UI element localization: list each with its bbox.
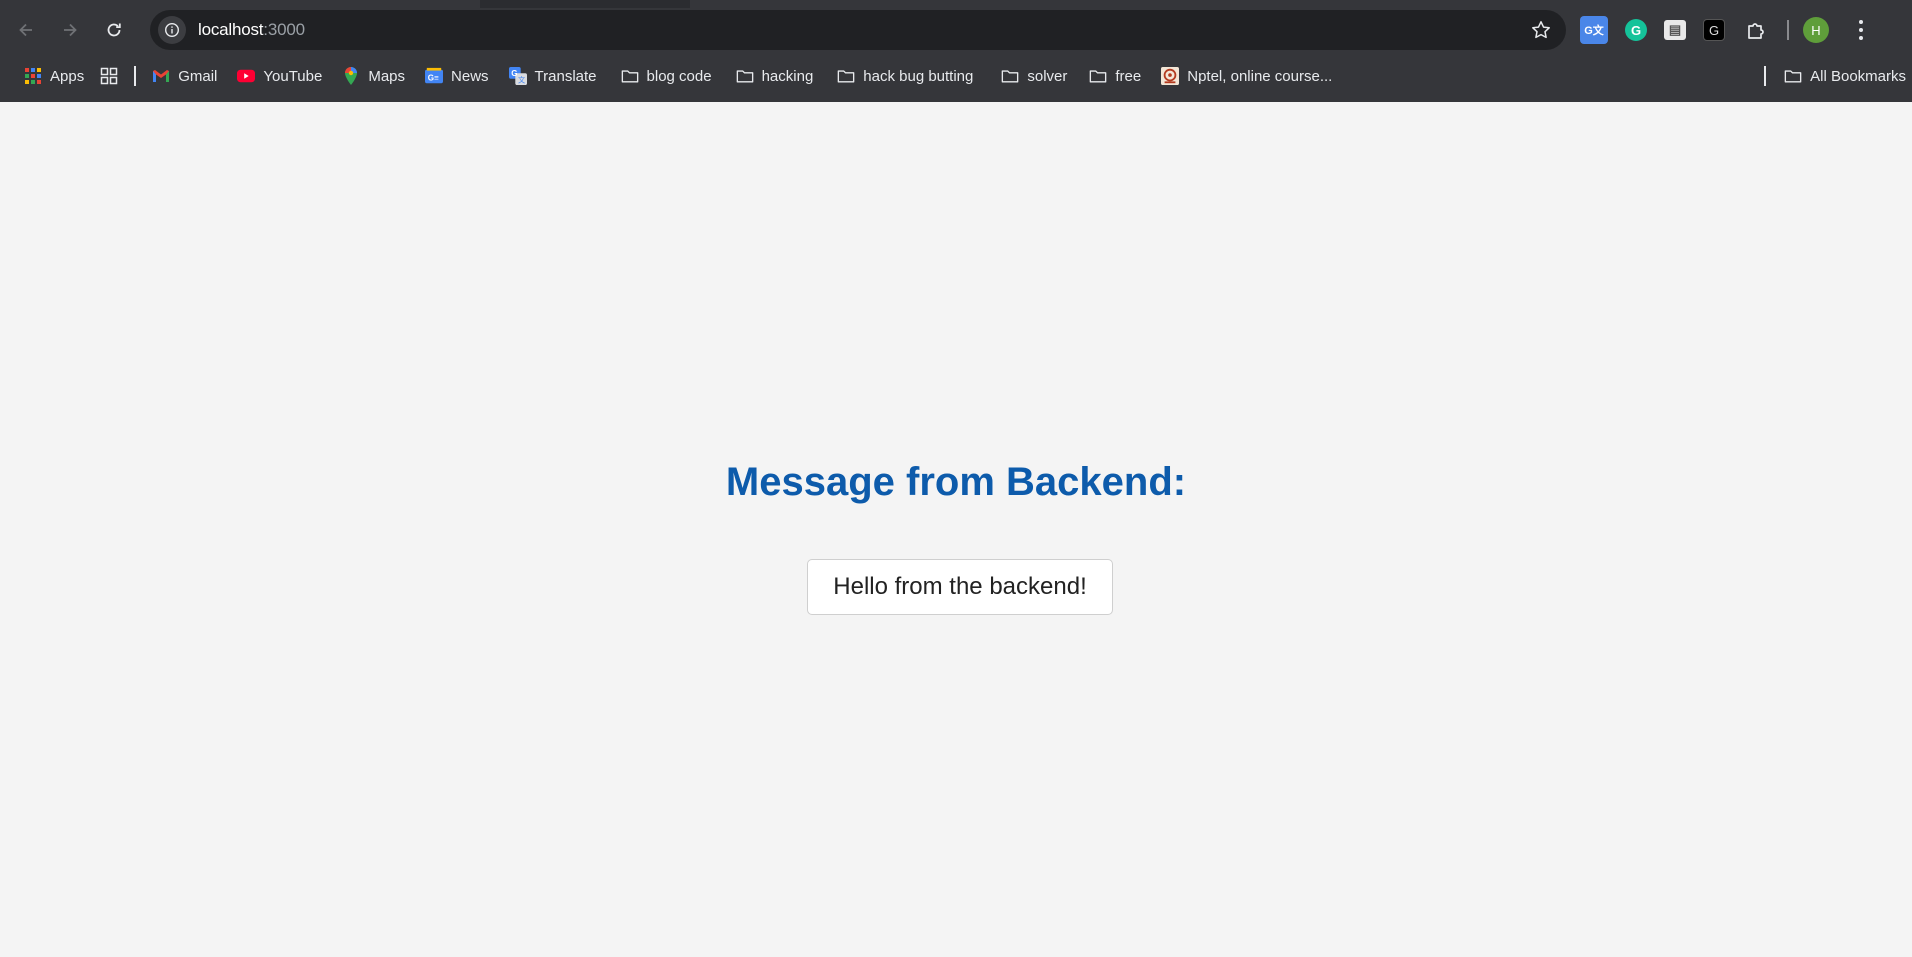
url-host: localhost (198, 20, 264, 39)
star-icon[interactable] (1530, 19, 1552, 41)
page-heading: Message from Backend: (725, 460, 1187, 504)
backend-message-box: Hello from the backend! (807, 559, 1113, 615)
bookmark-label: Translate (534, 67, 597, 85)
all-bookmarks-label: All Bookmarks (1810, 67, 1906, 85)
grid-icon (100, 67, 118, 85)
bookmark-folder-hack-bug-butting[interactable]: hack bug butting (831, 62, 979, 90)
bookmark-news[interactable]: G≡ News (419, 62, 495, 90)
folder-icon (621, 67, 639, 85)
bookmark-label: hacking (761, 67, 814, 85)
bookmarks-bar: Apps Gmail YouTube Maps G≡ News G 文 Tran… (0, 60, 1912, 92)
tab-strip (480, 0, 690, 8)
folder-icon (837, 67, 855, 85)
toolbar-divider (1787, 20, 1789, 40)
bookmark-label: solver (1027, 67, 1068, 85)
extensions-button[interactable] (1742, 16, 1770, 44)
svg-text:G: G (511, 69, 517, 78)
svg-text:文: 文 (518, 75, 525, 84)
bookmark-label: hack bug butting (863, 67, 974, 85)
bookmark-folder-hacking[interactable]: hacking (730, 62, 820, 90)
info-icon (164, 22, 180, 38)
bookmark-label: Nptel, online course... (1187, 67, 1333, 85)
browser-toolbar: localhost:3000 G文 G ▤ G H (0, 8, 1912, 52)
browser-chrome: localhost:3000 G文 G ▤ G H Apps Gmail You… (0, 0, 1912, 102)
url-port: :3000 (263, 20, 305, 39)
news-icon: G≡ (425, 67, 444, 85)
nptel-icon (1161, 67, 1180, 85)
bookmarks-right: All Bookmarks (1754, 60, 1912, 92)
bookmark-label: blog code (646, 67, 712, 85)
printer-extension[interactable]: ▤ (1664, 20, 1686, 40)
bookmark-label: YouTube (263, 67, 323, 85)
folder-icon (1001, 67, 1019, 85)
translate-icon: G文 (508, 67, 527, 85)
bookmark-maps[interactable]: Maps (336, 62, 411, 90)
three-dots-icon[interactable] (1851, 18, 1871, 42)
bookmark-folder-blog-code[interactable]: blog code (615, 62, 718, 90)
bookmark-translate[interactable]: G文 Translate (503, 62, 603, 90)
bookmark-label: free (1115, 67, 1142, 85)
bookmark-label: Maps (368, 67, 406, 85)
back-arrow-icon (19, 23, 32, 37)
bookmark-gmail[interactable]: Gmail (146, 62, 223, 90)
maps-pin-icon (342, 67, 360, 85)
grammarly-extension[interactable]: G (1625, 19, 1647, 41)
g-extension[interactable]: G (1703, 19, 1725, 41)
folder-icon (1784, 67, 1802, 85)
bookmark-grid[interactable] (94, 62, 124, 90)
extensions-area: G文 G ▤ G H (1580, 10, 1871, 50)
folder-icon (736, 67, 754, 85)
site-info-button[interactable] (158, 16, 186, 44)
apps-grid-icon (24, 67, 42, 85)
bookmark-apps[interactable]: Apps (18, 62, 90, 90)
bookmark-folder-solver[interactable]: solver (995, 62, 1073, 90)
page-content: Message from Backend: Hello from the bac… (0, 102, 1912, 957)
url-text[interactable]: localhost:3000 (198, 20, 305, 40)
forward-button[interactable] (52, 12, 88, 48)
address-bar[interactable]: localhost:3000 (150, 10, 1566, 50)
bookmark-label: Apps (50, 67, 85, 85)
google-translate-extension[interactable]: G文 (1580, 16, 1608, 44)
bookmark-youtube[interactable]: YouTube (231, 62, 328, 90)
back-button[interactable] (8, 12, 44, 48)
reload-button[interactable] (96, 12, 132, 48)
bookmark-nptel[interactable]: Nptel, online course... (1155, 62, 1338, 90)
folder-icon (1089, 67, 1107, 85)
svg-text:G≡: G≡ (428, 74, 439, 83)
gmail-icon (152, 67, 170, 85)
forward-arrow-icon (64, 23, 77, 37)
reload-icon (107, 23, 121, 37)
bookmark-label: Gmail (178, 67, 218, 85)
youtube-icon (237, 67, 256, 85)
bookmarks-divider (134, 66, 137, 86)
all-bookmarks-button[interactable]: All Bookmarks (1778, 62, 1912, 90)
bookmark-folder-free[interactable]: free (1083, 62, 1147, 90)
bookmarks-divider (1764, 66, 1767, 86)
bookmark-label: News (451, 67, 489, 85)
puzzle-icon (1748, 23, 1764, 39)
profile-avatar[interactable]: H (1803, 17, 1829, 43)
